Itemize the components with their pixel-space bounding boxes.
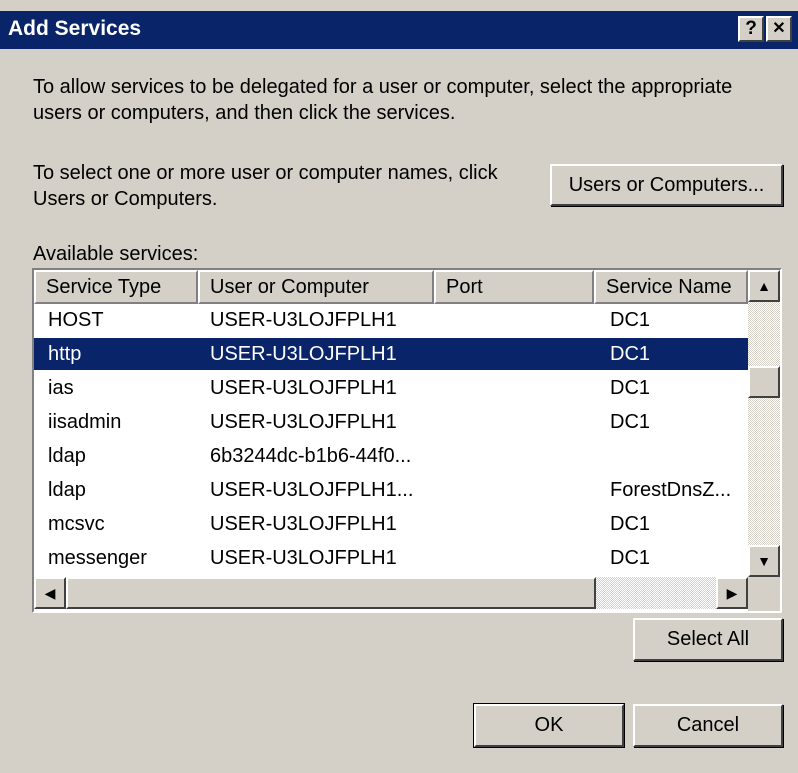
horizontal-scrollbar[interactable]: ◀ ▶ — [34, 577, 748, 609]
horizontal-scroll-thumb[interactable] — [66, 577, 596, 609]
list-item[interactable]: ldap 6b3244dc-b1b6-44f0... — [34, 440, 748, 472]
select-instruction-line-2: Users or Computers. — [33, 188, 218, 210]
list-header: Service Type User or Computer Port Servi… — [34, 270, 748, 304]
cell-service-name: DC1 — [610, 377, 651, 399]
list-item[interactable]: mcsvc USER-U3LOJFPLH1 DC1 — [34, 508, 748, 540]
scroll-left-button[interactable]: ◀ — [34, 577, 66, 609]
cell-service-name: DC1 — [610, 513, 651, 535]
cell-service-name: DC1 — [610, 309, 651, 331]
scroll-down-button[interactable]: ▼ — [748, 545, 780, 577]
arrow-left-icon: ◀ — [44, 585, 56, 601]
available-services-label: Available services: — [33, 243, 199, 265]
cell-user-or-computer: USER-U3LOJFPLH1 — [210, 377, 397, 399]
vertical-scroll-thumb[interactable] — [748, 366, 780, 398]
cell-service-type: http — [48, 343, 82, 365]
list-item[interactable]: http USER-U3LOJFPLH1 DC1 — [34, 338, 748, 370]
cell-service-type: ias — [48, 377, 74, 399]
cell-user-or-computer: USER-U3LOJFPLH1 — [210, 547, 397, 569]
scroll-up-button[interactable]: ▲ — [748, 270, 780, 302]
column-header-user-or-computer[interactable]: User or Computer — [198, 270, 434, 304]
scrollbar-corner — [748, 577, 780, 611]
arrow-right-icon: ▶ — [726, 585, 738, 601]
cell-user-or-computer: USER-U3LOJFPLH1 — [210, 411, 397, 433]
column-header-service-type[interactable]: Service Type — [34, 270, 198, 304]
cell-user-or-computer: USER-U3LOJFPLH1... — [210, 479, 414, 501]
cell-service-type: HOST — [48, 309, 104, 331]
close-button[interactable]: ✕ — [766, 16, 792, 42]
cell-user-or-computer: USER-U3LOJFPLH1 — [210, 343, 397, 365]
cell-service-type: mcsvc — [48, 513, 105, 535]
cell-service-name: DC1 — [610, 547, 651, 569]
cell-service-type: messenger — [48, 547, 147, 569]
cell-service-name: DC1 — [610, 343, 651, 365]
list-item[interactable]: HOST USER-U3LOJFPLH1 DC1 — [34, 304, 748, 336]
cell-service-type: ldap — [48, 445, 86, 467]
arrow-down-icon: ▼ — [757, 553, 771, 569]
cell-user-or-computer: USER-U3LOJFPLH1 — [210, 513, 397, 535]
ok-button[interactable]: OK — [473, 703, 625, 748]
cell-user-or-computer: 6b3244dc-b1b6-44f0... — [210, 445, 412, 467]
arrow-up-icon: ▲ — [757, 278, 771, 294]
select-instruction-line-1: To select one or more user or computer n… — [33, 162, 498, 184]
list-item[interactable]: ldap USER-U3LOJFPLH1... ForestDnsZ... — [34, 474, 748, 506]
cancel-button[interactable]: Cancel — [633, 704, 783, 747]
cell-user-or-computer: USER-U3LOJFPLH1 — [210, 309, 397, 331]
add-services-dialog: Add Services ? ✕ To allow services to be… — [0, 0, 798, 773]
column-header-service-name[interactable]: Service Name — [594, 270, 748, 304]
instruction-line-2: users or computers, and then click the s… — [33, 102, 456, 124]
cell-service-type: ldap — [48, 479, 86, 501]
instruction-line-1: To allow services to be delegated for a … — [33, 76, 733, 98]
services-list[interactable]: Service Type User or Computer Port Servi… — [32, 268, 782, 613]
scroll-right-button[interactable]: ▶ — [716, 577, 748, 609]
list-item[interactable]: messenger USER-U3LOJFPLH1 DC1 — [34, 542, 748, 574]
list-item[interactable]: ias USER-U3LOJFPLH1 DC1 — [34, 372, 748, 404]
help-button[interactable]: ? — [738, 16, 764, 42]
title-bar[interactable]: Add Services ? ✕ — [0, 11, 798, 49]
window-title: Add Services — [8, 17, 142, 40]
help-icon: ? — [745, 18, 757, 39]
close-icon: ✕ — [772, 20, 786, 37]
column-header-port[interactable]: Port — [434, 270, 594, 304]
list-item[interactable]: iisadmin USER-U3LOJFPLH1 DC1 — [34, 406, 748, 438]
cell-service-name: DC1 — [610, 411, 651, 433]
users-or-computers-button[interactable]: Users or Computers... — [550, 164, 783, 206]
vertical-scrollbar[interactable]: ▲ ▼ — [748, 270, 780, 577]
cell-service-name: ForestDnsZ... — [610, 479, 732, 501]
select-all-button[interactable]: Select All — [633, 618, 783, 661]
cell-service-type: iisadmin — [48, 411, 122, 433]
